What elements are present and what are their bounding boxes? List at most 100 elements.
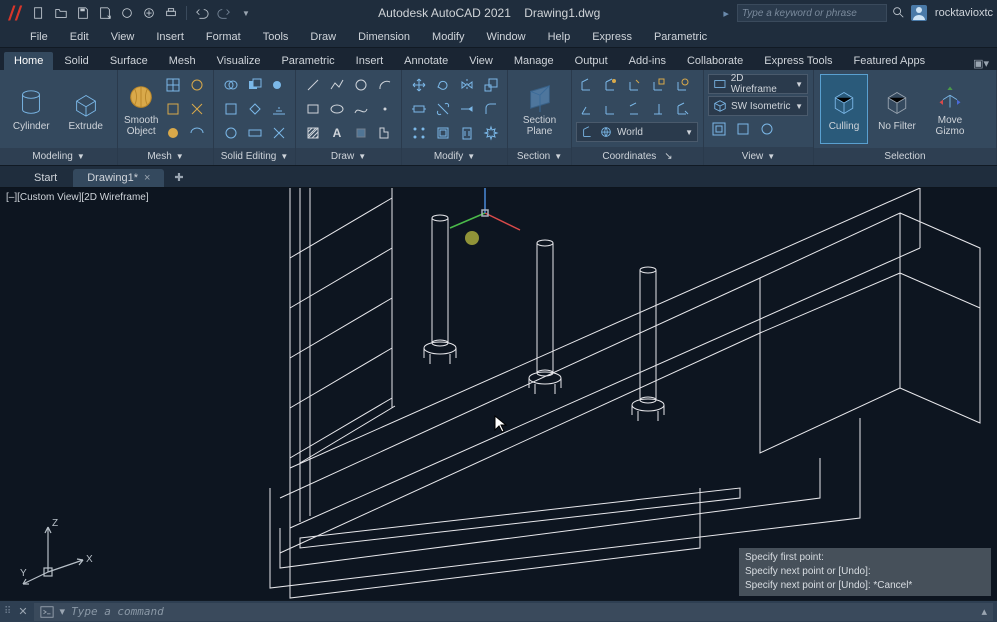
smooth-object-button[interactable]: Smooth Object: [124, 74, 158, 144]
save-icon[interactable]: [74, 4, 92, 22]
boundary-icon[interactable]: [374, 122, 396, 144]
ucs-3[interactable]: [624, 74, 646, 96]
menu-window[interactable]: Window: [476, 29, 535, 45]
search-icon[interactable]: [891, 5, 907, 21]
tab-home[interactable]: Home: [4, 52, 53, 70]
arc-icon[interactable]: [374, 74, 396, 96]
trim-icon[interactable]: [432, 98, 454, 120]
qat-dropdown-icon[interactable]: ▼: [237, 4, 255, 22]
panel-section-label[interactable]: Section▼: [508, 148, 571, 165]
se-9[interactable]: [268, 122, 290, 144]
no-filter-button[interactable]: No Filter: [872, 74, 922, 144]
mirror-icon[interactable]: [456, 74, 478, 96]
menu-dimension[interactable]: Dimension: [348, 29, 420, 45]
circle-icon[interactable]: [350, 74, 372, 96]
scale-icon[interactable]: [480, 74, 502, 96]
culling-button[interactable]: Culling: [820, 74, 868, 144]
ucs-4[interactable]: [648, 74, 670, 96]
webopen-icon[interactable]: [118, 4, 136, 22]
extrude-button[interactable]: Extrude: [61, 74, 112, 144]
section-plane-button[interactable]: Section Plane: [514, 74, 565, 144]
tab-mesh[interactable]: Mesh: [159, 52, 206, 70]
offset-icon[interactable]: [432, 122, 454, 144]
mesh-tool-6[interactable]: [186, 122, 208, 144]
view-tool-1[interactable]: [708, 118, 730, 140]
text-icon[interactable]: A: [326, 122, 348, 144]
move-gizmo-button[interactable]: Move Gizmo: [926, 74, 974, 144]
panel-view-label[interactable]: View▼: [704, 147, 813, 165]
ucs-1[interactable]: [576, 74, 598, 96]
tab-addins[interactable]: Add-ins: [619, 52, 676, 70]
mesh-tool-1[interactable]: [162, 74, 184, 96]
ucs-9[interactable]: [648, 98, 670, 120]
panel-coordinates-label[interactable]: Coordinates↘: [572, 147, 703, 165]
mesh-tool-2[interactable]: [186, 74, 208, 96]
se-4[interactable]: [220, 98, 242, 120]
stretch-icon[interactable]: [408, 98, 430, 120]
cmdbar-close-icon[interactable]: ✕: [18, 605, 27, 618]
ucs-8[interactable]: [624, 98, 646, 120]
ucs-10[interactable]: [672, 98, 694, 120]
ucs-7[interactable]: [600, 98, 622, 120]
menu-file[interactable]: File: [20, 29, 58, 45]
menu-format[interactable]: Format: [196, 29, 251, 45]
search-input[interactable]: Type a keyword or phrase: [737, 4, 887, 22]
ellipse-icon[interactable]: [326, 98, 348, 120]
cylinder-button[interactable]: Cylinder: [6, 74, 57, 144]
undo-icon[interactable]: [193, 4, 211, 22]
tab-annotate[interactable]: Annotate: [394, 52, 458, 70]
polyline-icon[interactable]: [326, 74, 348, 96]
hatch-icon[interactable]: [302, 122, 324, 144]
mesh-tool-3[interactable]: [162, 98, 184, 120]
visual-style-dropdown[interactable]: 2D Wireframe▼: [708, 74, 808, 94]
se-5[interactable]: [244, 98, 266, 120]
tab-surface[interactable]: Surface: [100, 52, 158, 70]
view-iso-dropdown[interactable]: SW Isometric▼: [708, 96, 808, 116]
panel-selection-label[interactable]: Selection: [814, 148, 996, 165]
union-icon[interactable]: [220, 74, 242, 96]
cmdbar-expand-icon[interactable]: ▴: [981, 605, 987, 618]
panel-mesh-label[interactable]: Mesh▼: [118, 148, 213, 165]
menu-express[interactable]: Express: [582, 29, 642, 45]
point-icon[interactable]: [374, 98, 396, 120]
subtract-icon[interactable]: [244, 74, 266, 96]
tab-output[interactable]: Output: [565, 52, 618, 70]
username[interactable]: rocktavioxtc: [935, 7, 993, 19]
cmdbar-grip-icon[interactable]: ⠿: [4, 606, 12, 617]
tab-solid[interactable]: Solid: [54, 52, 98, 70]
erase-icon[interactable]: [456, 122, 478, 144]
panel-draw-label[interactable]: Draw▼: [296, 148, 401, 165]
tab-express-tools[interactable]: Express Tools: [754, 52, 842, 70]
tab-insert[interactable]: Insert: [346, 52, 394, 70]
tab-drawing1[interactable]: Drawing1*×: [73, 169, 164, 187]
panel-modeling-label[interactable]: Modeling▼: [0, 148, 117, 165]
mesh-tool-4[interactable]: [186, 98, 208, 120]
ribbon-overflow-icon[interactable]: ▣▾: [973, 57, 989, 70]
menu-edit[interactable]: Edit: [60, 29, 99, 45]
rotate-icon[interactable]: [432, 74, 454, 96]
tab-view[interactable]: View: [459, 52, 503, 70]
command-input[interactable]: ▾ Type a command ▴: [34, 603, 993, 621]
spline-icon[interactable]: [350, 98, 372, 120]
se-7[interactable]: [220, 122, 242, 144]
explode-icon[interactable]: [480, 122, 502, 144]
tab-manage[interactable]: Manage: [504, 52, 564, 70]
mesh-tool-5[interactable]: [162, 122, 184, 144]
close-tab-icon[interactable]: ×: [144, 172, 150, 184]
menu-modify[interactable]: Modify: [422, 29, 474, 45]
saveas-icon[interactable]: [96, 4, 114, 22]
panel-modify-label[interactable]: Modify▼: [402, 148, 507, 165]
new-icon[interactable]: [30, 4, 48, 22]
view-tool-2[interactable]: [732, 118, 754, 140]
ucs-world-dropdown[interactable]: World▼: [576, 122, 698, 142]
se-6[interactable]: [268, 98, 290, 120]
se-8[interactable]: [244, 122, 266, 144]
tab-parametric[interactable]: Parametric: [271, 52, 344, 70]
move-icon[interactable]: [408, 74, 430, 96]
user-icon[interactable]: [911, 5, 927, 21]
ucs-6[interactable]: [576, 98, 598, 120]
intersect-icon[interactable]: [268, 74, 290, 96]
menu-tools[interactable]: Tools: [253, 29, 299, 45]
tab-start[interactable]: Start: [20, 169, 71, 187]
rect-icon[interactable]: [302, 98, 324, 120]
